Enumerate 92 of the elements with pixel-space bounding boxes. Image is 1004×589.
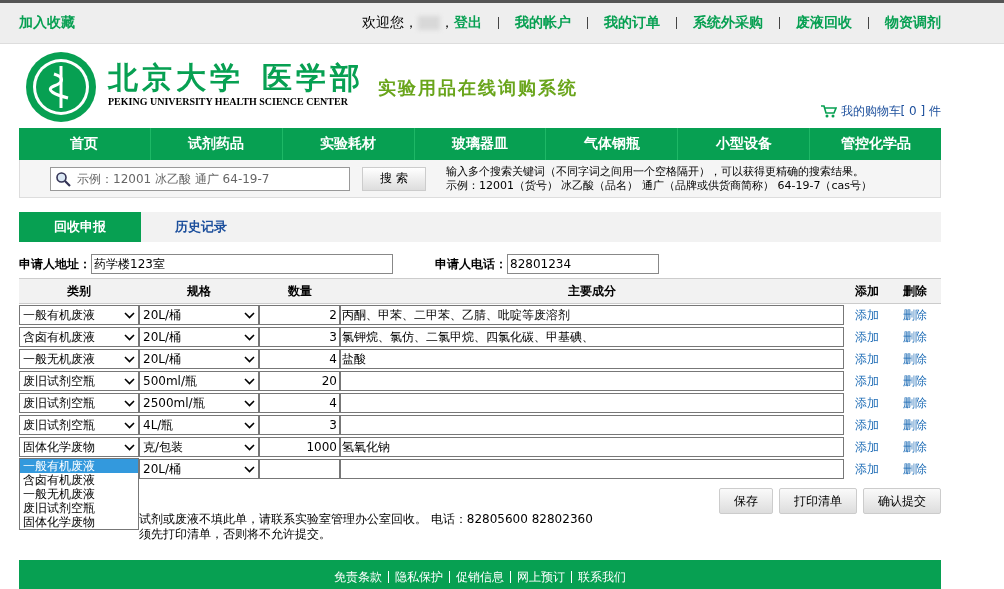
chevron-down-icon	[124, 421, 135, 429]
add-link[interactable]: 添加	[844, 372, 889, 390]
submit-button[interactable]: 确认提交	[863, 488, 941, 514]
add-link[interactable]: 添加	[844, 350, 889, 368]
column-header: 主要成分	[567, 282, 617, 300]
spec-select[interactable]: 20L/桶	[139, 305, 259, 325]
phone-field[interactable]: 82801234	[507, 254, 659, 274]
category-select[interactable]: 废旧试剂空瓶	[19, 415, 139, 435]
column-header: 数量	[286, 282, 313, 300]
save-button[interactable]: 保存	[719, 488, 773, 514]
category-select[interactable]: 一般有机废液	[19, 305, 139, 325]
quantity-field[interactable]: 4	[259, 393, 340, 413]
category-select[interactable]: 含卤有机废液	[19, 327, 139, 347]
emblem-logo-icon	[24, 50, 98, 124]
quantity-field[interactable]: 3	[259, 327, 340, 347]
delete-link[interactable]: 删除	[889, 460, 940, 478]
column-header: 删除	[901, 282, 928, 300]
english-name: PEKING UNIVERSITY HEALTH SCIENCE CENTER	[108, 96, 349, 107]
category-select[interactable]: 一般无机废液	[19, 349, 139, 369]
spec-select[interactable]: 20L/桶	[139, 459, 259, 479]
delete-link[interactable]: 删除	[889, 416, 940, 434]
add-link[interactable]: 添加	[844, 438, 889, 456]
spec-select[interactable]: 20L/桶	[139, 349, 259, 369]
chevron-down-icon	[244, 421, 255, 429]
delete-link[interactable]: 删除	[889, 438, 940, 456]
address-field[interactable]: 药学楼123室	[91, 254, 393, 274]
chevron-down-icon	[124, 311, 135, 319]
components-field[interactable]: 氯钾烷、氯仿、二氯甲烷、四氯化碳、甲基碘、	[340, 327, 844, 347]
chevron-down-icon	[244, 465, 255, 473]
spec-select[interactable]: 4L/瓶	[139, 415, 259, 435]
chevron-down-icon	[124, 333, 135, 341]
cart-icon	[820, 105, 837, 118]
chevron-down-icon	[244, 311, 255, 319]
column-header: 类别	[66, 282, 92, 300]
search-hint: 示例：12001（货号） 冰乙酸（品名） 通广（品牌或供货商简称） 64-19-7（cas号）	[446, 178, 872, 193]
chevron-down-icon	[124, 443, 135, 451]
components-field[interactable]	[340, 415, 844, 435]
add-link[interactable]: 添加	[844, 460, 889, 478]
add-link[interactable]: 添加	[844, 328, 889, 346]
quantity-field[interactable]: 2	[259, 305, 340, 325]
spec-select[interactable]: 2500ml/瓶	[139, 393, 259, 413]
column-header: 规格	[186, 282, 212, 300]
category-select[interactable]: 固体化学废物	[19, 437, 139, 457]
chevron-down-icon	[244, 399, 255, 407]
chevron-down-icon	[244, 355, 255, 363]
university-name: 北京大学	[108, 60, 244, 96]
quantity-field[interactable]: 4	[259, 349, 340, 369]
add-link[interactable]: 添加	[844, 306, 889, 324]
components-field[interactable]	[340, 459, 844, 479]
components-field[interactable]: 丙酮、甲苯、二甲苯、乙腈、吡啶等废溶剂	[340, 305, 844, 325]
spec-select[interactable]: 克/包装	[139, 437, 259, 457]
chevron-down-icon	[124, 355, 135, 363]
column-header: 添加	[853, 282, 880, 300]
cart-link[interactable]: 我的购物车[ 0 ] 件	[840, 103, 941, 120]
components-field[interactable]	[340, 393, 844, 413]
comma-text: ，	[440, 14, 454, 32]
category-select[interactable]: 废旧试剂空瓶	[19, 393, 139, 413]
address-label: 申请人地址：	[19, 255, 91, 273]
delete-link[interactable]: 删除	[889, 328, 940, 346]
search-hint: 输入多个搜索关键词（不同字词之间用一个空格隔开），可以获得更精确的搜索结果。	[446, 164, 865, 179]
chevron-down-icon	[124, 377, 135, 385]
components-field[interactable]: 氢氧化钠	[340, 437, 844, 457]
add-link[interactable]: 添加	[844, 394, 889, 412]
search-button[interactable]: 搜 索	[362, 166, 426, 191]
quantity-field[interactable]: 1000	[259, 437, 340, 457]
search-icon	[55, 170, 71, 187]
delete-link[interactable]: 删除	[889, 306, 940, 324]
system-title: 实验用品在线询购系统	[378, 76, 578, 100]
delete-link[interactable]: 删除	[889, 394, 940, 412]
chevron-down-icon	[244, 333, 255, 341]
delete-link[interactable]: 删除	[889, 372, 940, 390]
components-field[interactable]	[340, 371, 844, 391]
chevron-down-icon	[244, 443, 255, 451]
tab[interactable]: 历史记录	[141, 212, 261, 242]
quantity-field[interactable]: 3	[259, 415, 340, 435]
spec-select[interactable]: 20L/桶	[139, 327, 259, 347]
phone-label: 申请人电话：	[435, 255, 507, 273]
add-link[interactable]: 添加	[844, 416, 889, 434]
quantity-field[interactable]	[259, 459, 340, 479]
chevron-down-icon	[124, 399, 135, 407]
note-text: 须先打印清单，否则将不允许提交。	[139, 527, 332, 542]
quantity-field[interactable]: 20	[259, 371, 340, 391]
delete-link[interactable]: 删除	[889, 350, 940, 368]
category-select[interactable]: 废旧试剂空瓶	[19, 371, 139, 391]
spec-select[interactable]: 500ml/瓶	[139, 371, 259, 391]
search-field[interactable]: 示例：12001 冰乙酸 通广 64-19-7	[50, 166, 350, 191]
chevron-down-icon	[244, 377, 255, 385]
note-text: 试剂或废液不填此单，请联系实验室管理办公室回收。 电话：82805600 82802360	[139, 512, 594, 527]
components-field[interactable]: 盐酸	[340, 349, 844, 369]
school-name: 医学部	[262, 60, 364, 96]
welcome-text: 欢迎您，	[362, 14, 418, 32]
print-button[interactable]: 打印清单	[779, 488, 857, 514]
